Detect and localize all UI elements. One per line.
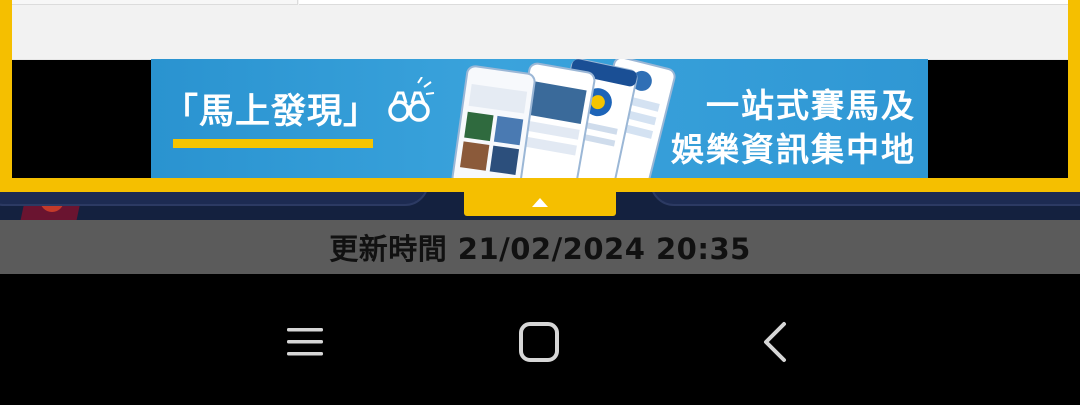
back-button[interactable]	[745, 314, 805, 370]
home-button[interactable]	[509, 314, 569, 370]
banner-tagline-line2: 娛樂資訊集中地	[671, 130, 916, 169]
binoculars-icon	[388, 77, 435, 122]
blank-field-right	[299, 0, 1068, 5]
system-navigation-bar	[0, 274, 1080, 405]
banner-underline	[173, 139, 373, 148]
banner-tagline-line1: 一站式賽馬及	[706, 86, 916, 125]
ad-content-area: 「馬上發現」 一站式賽馬及 娛樂資訊集中地	[12, 0, 1068, 178]
back-icon	[764, 322, 786, 362]
app-screenshots-image	[451, 59, 676, 178]
collapse-ad-button[interactable]	[464, 190, 616, 216]
update-time-bar: 更新時間 21/02/2024 20:35	[0, 220, 1080, 274]
recents-icon	[287, 328, 323, 356]
banner-headline: 「馬上發現」	[163, 92, 380, 132]
home-icon	[519, 322, 559, 362]
blank-field-left	[12, 0, 298, 5]
ad-banner[interactable]: 「馬上發現」 一站式賽馬及 娛樂資訊集中地	[151, 59, 928, 178]
ad-panel: 「馬上發現」 一站式賽馬及 娛樂資訊集中地	[0, 0, 1080, 192]
ad-top-blank	[12, 0, 1068, 60]
update-time-text: 更新時間 21/02/2024 20:35	[329, 232, 751, 266]
triangle-up-icon	[532, 197, 548, 207]
recents-button[interactable]	[275, 314, 335, 370]
